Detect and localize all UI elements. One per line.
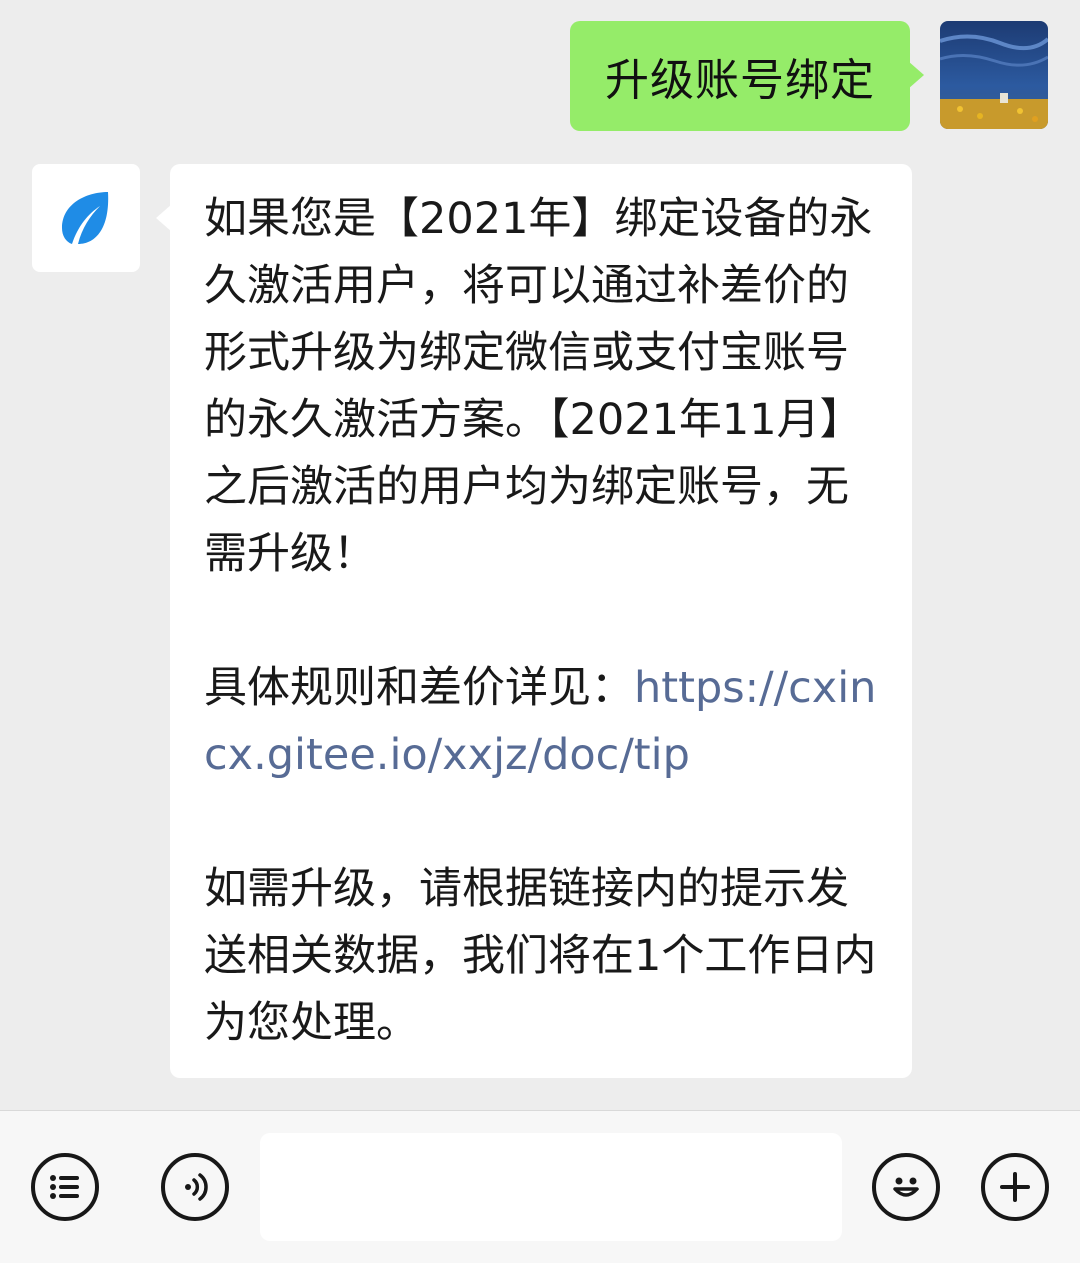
message-paragraph-rules: 具体规则和差价详见：https://cxincx.gitee.io/xxjz/d… (204, 655, 882, 789)
outgoing-message-bubble[interactable]: 升级账号绑定 (570, 21, 924, 131)
plus-button[interactable] (981, 1153, 1049, 1221)
voice-icon (185, 1173, 208, 1201)
menu-icon (50, 1175, 79, 1199)
menu-button[interactable] (31, 1153, 99, 1221)
outgoing-message-text: 升级账号绑定 (605, 55, 875, 106)
voice-button[interactable] (161, 1153, 229, 1221)
bot-avatar[interactable] (32, 164, 140, 272)
leaf-icon (62, 192, 109, 244)
input-bar (0, 1110, 1080, 1263)
message-paragraph-instructions: 如需升级，请根据链接内的提示发送相关数据，我们将在1个工作日内为您处理。 (204, 864, 877, 1048)
emoji-icon (893, 1177, 919, 1197)
message-input[interactable] (260, 1133, 842, 1241)
message-paragraph-intro: 如果您是【2021年】绑定设备的永久激活用户，将可以通过补差价的形式升级为绑定微… (204, 194, 873, 579)
rules-label: 具体规则和差价详见： (204, 663, 634, 713)
plus-icon (1000, 1172, 1030, 1202)
moon-avatar-image (940, 21, 1048, 129)
incoming-message-bubble[interactable]: 如果您是【2021年】绑定设备的永久激活用户，将可以通过补差价的形式升级为绑定微… (156, 164, 912, 1078)
emoji-button[interactable] (872, 1153, 940, 1221)
user-avatar[interactable] (940, 21, 1048, 129)
chat-area: 升级账号绑定 如果您是【2021年】绑定设备的永久激活用户，将可以通过补差价的形… (0, 0, 1080, 1110)
